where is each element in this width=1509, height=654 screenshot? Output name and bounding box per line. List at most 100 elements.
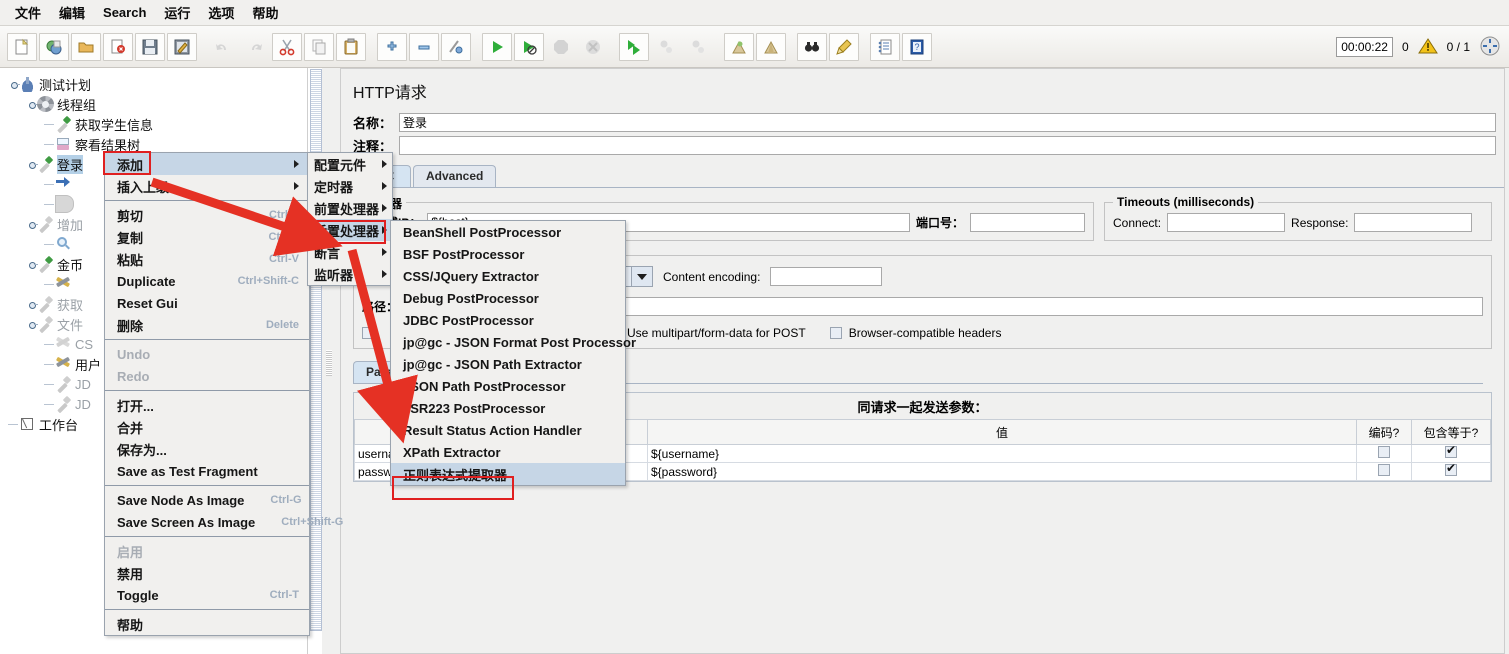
tree-handle[interactable]: [26, 319, 38, 330]
submenu-item-jpgc-json-format-post-processor[interactable]: jp@gc - JSON Format Post Processor: [391, 331, 636, 353]
submenu-item-jdbc-postprocessor[interactable]: JDBC PostProcessor: [391, 309, 625, 331]
submenu-item-bsf-postprocessor[interactable]: BSF PostProcessor: [391, 243, 625, 265]
include-equals-checkbox[interactable]: [1445, 443, 1457, 458]
content-encoding-input[interactable]: [770, 267, 883, 286]
menu-search[interactable]: Search: [94, 2, 155, 23]
tree-node[interactable]: 线程组: [4, 94, 306, 114]
redirect-checkbox[interactable]: [362, 327, 374, 339]
menu-item-reset-gui[interactable]: Reset Gui: [105, 292, 309, 314]
warning-triangle-icon[interactable]: [1417, 37, 1438, 58]
activity-icon[interactable]: [1479, 35, 1501, 60]
tree-handle[interactable]: [26, 159, 38, 170]
menu-item-open[interactable]: 打开...: [105, 394, 309, 416]
function-helper-icon[interactable]: [870, 32, 900, 61]
cell-include-equals[interactable]: [1411, 443, 1491, 463]
new-icon[interactable]: [7, 32, 37, 61]
encode-checkbox[interactable]: [1378, 464, 1390, 476]
help-icon[interactable]: ?: [902, 32, 932, 61]
connect-input[interactable]: [1167, 213, 1286, 232]
submenu-item-xpath-extractor[interactable]: XPath Extractor: [391, 441, 625, 463]
cell-include-equals[interactable]: [1411, 461, 1491, 481]
menu-item-duplicate[interactable]: Duplicate Ctrl+Shift-C: [105, 270, 309, 292]
menu-item-merge[interactable]: 合并: [105, 416, 309, 438]
save-icon[interactable]: [135, 32, 165, 61]
tree-handle[interactable]: [26, 219, 38, 230]
submenu-item-jsr223-postprocessor[interactable]: JSR223 PostProcessor: [391, 397, 625, 419]
clear-all-icon[interactable]: [756, 32, 786, 61]
tree-handle[interactable]: [8, 79, 20, 90]
chevron-down-icon[interactable]: [631, 267, 653, 286]
menu-item-save-as[interactable]: 保存为...: [105, 438, 309, 460]
submenu-item-config-elements[interactable]: 配置元件: [308, 153, 392, 175]
tree-handle[interactable]: [26, 99, 38, 110]
cell-encode[interactable]: [1356, 444, 1412, 463]
menu-item-cut[interactable]: 剪切 Ctrl-X: [105, 204, 309, 226]
submenu-item-css-jquery-extractor[interactable]: CSS/JQuery Extractor: [391, 265, 625, 287]
submenu-item-jpgc-json-path-extractor[interactable]: jp@gc - JSON Path Extractor: [391, 353, 625, 375]
menu-item-copy[interactable]: 复制 Ctrl-C: [105, 226, 309, 248]
col-value[interactable]: 值: [647, 419, 1357, 445]
collapse-icon[interactable]: [409, 32, 439, 61]
submenu-item-post-processors[interactable]: 后置处理器: [308, 219, 392, 241]
menu-item-add[interactable]: 添加: [105, 153, 309, 175]
menu-item-insert-parent[interactable]: 插入上级: [105, 175, 309, 197]
menu-item-help[interactable]: 帮助: [105, 613, 309, 635]
menu-item-save-screen-as-image[interactable]: Save Screen As Image Ctrl+Shift-G: [105, 511, 343, 533]
copy-icon[interactable]: [304, 32, 334, 61]
menu-item-disable[interactable]: 禁用: [105, 562, 309, 584]
tree-handle[interactable]: [26, 259, 38, 270]
menu-item-paste[interactable]: 粘贴 Ctrl-V: [105, 248, 309, 270]
submenu-item-assertions[interactable]: 断言: [308, 241, 392, 263]
cell-param-value[interactable]: ${username}: [647, 444, 1357, 463]
search-reset-icon[interactable]: [829, 32, 859, 61]
menu-item-delete[interactable]: 删除 Delete: [105, 314, 309, 336]
cut-icon[interactable]: [272, 32, 302, 61]
submenu-item-debug-postprocessor[interactable]: Debug PostProcessor: [391, 287, 625, 309]
search-icon[interactable]: [797, 32, 827, 61]
response-input[interactable]: [1354, 213, 1473, 232]
browser-headers-checkbox[interactable]: [829, 327, 842, 339]
toggle-icon[interactable]: [441, 32, 471, 61]
name-input[interactable]: 登录: [399, 113, 1496, 132]
tree-handle[interactable]: [26, 299, 38, 310]
menu-options[interactable]: 选项: [199, 0, 243, 25]
port-input[interactable]: [970, 213, 1085, 232]
start-icon[interactable]: [482, 32, 512, 61]
open-icon[interactable]: [71, 32, 101, 61]
save-as-icon[interactable]: [167, 32, 197, 61]
menu-help[interactable]: 帮助: [243, 0, 287, 25]
menu-item-toggle[interactable]: Toggle Ctrl-T: [105, 584, 309, 606]
submenu-item-regular-expression-extractor[interactable]: 正则表达式提取器: [391, 463, 625, 485]
submenu-add[interactable]: 配置元件 定时器 前置处理器 后置处理器 断言 监听器: [307, 152, 393, 286]
comment-input[interactable]: [399, 136, 1496, 155]
submenu-item-beanshell-postprocessor[interactable]: BeanShell PostProcessor: [391, 221, 625, 243]
menu-item-save-as-test-fragment[interactable]: Save as Test Fragment: [105, 460, 309, 482]
close-icon[interactable]: [103, 32, 133, 61]
submenu-item-listeners[interactable]: 监听器: [308, 263, 392, 285]
menu-run[interactable]: 运行: [155, 0, 199, 25]
context-menu[interactable]: 添加 插入上级 剪切 Ctrl-X 复制 Ctrl-C 粘贴 Ctrl-V Du…: [104, 152, 343, 636]
templates-icon[interactable]: [39, 32, 69, 61]
menu-file[interactable]: 文件: [6, 0, 50, 25]
col-encode[interactable]: 编码?: [1356, 419, 1412, 445]
menu-item-save-node-as-image[interactable]: Save Node As Image Ctrl-G: [105, 489, 309, 511]
start-remote-icon[interactable]: [619, 32, 649, 61]
paste-icon[interactable]: [336, 32, 366, 61]
submenu-item-timers[interactable]: 定时器: [308, 175, 392, 197]
tree-node[interactable]: 察看结果树: [4, 134, 306, 154]
start-no-pause-icon[interactable]: [514, 32, 544, 61]
clear-icon[interactable]: [724, 32, 754, 61]
cell-param-value[interactable]: ${password}: [647, 462, 1357, 481]
submenu-item-result-status-action-handler[interactable]: Result Status Action Handler: [391, 419, 625, 441]
tree-node[interactable]: 获取学生信息: [4, 114, 306, 134]
encode-checkbox[interactable]: [1378, 446, 1390, 458]
tree-node[interactable]: 测试计划: [4, 74, 306, 94]
submenu-post-processors[interactable]: BeanShell PostProcessor BSF PostProcesso…: [390, 220, 636, 486]
col-include-equals[interactable]: 包含等于?: [1411, 419, 1491, 445]
submenu-item-pre-processors[interactable]: 前置处理器: [308, 197, 392, 219]
submenu-item-json-path-postprocessor[interactable]: JSON Path PostProcessor: [391, 375, 625, 397]
include-equals-checkbox[interactable]: [1445, 461, 1457, 476]
menu-edit[interactable]: 编辑: [50, 0, 94, 25]
cell-encode[interactable]: [1356, 462, 1412, 481]
tab-advanced[interactable]: Advanced: [413, 165, 497, 187]
